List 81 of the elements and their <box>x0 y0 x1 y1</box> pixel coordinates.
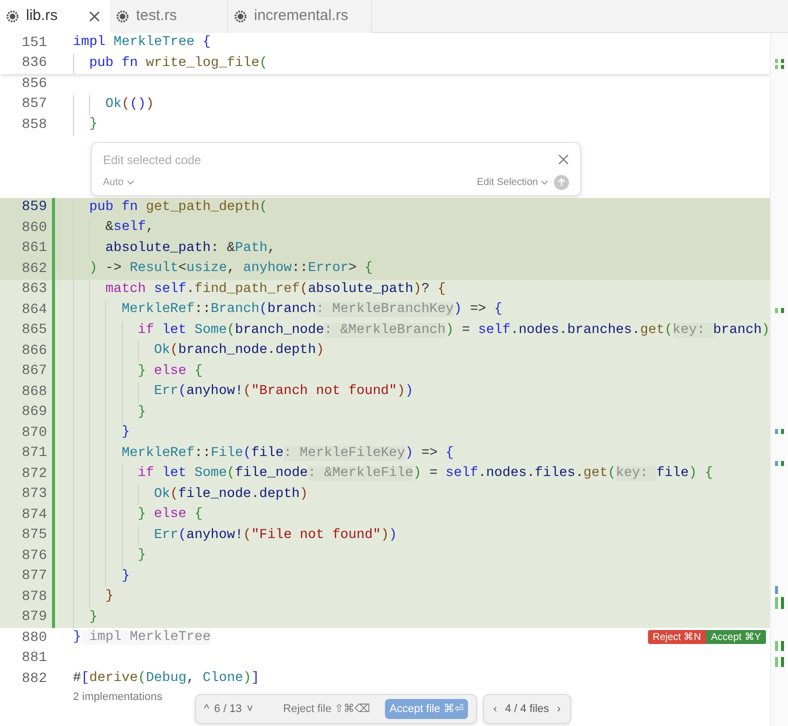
code-line: absolute_path: &Path, <box>105 240 276 258</box>
code-line: if let Some(file_node: &MerkleFile) = self.nodes.files.get(key: file) { <box>138 465 714 484</box>
code-line: } impl MerkleTree <box>73 629 211 648</box>
code-line: } <box>89 116 98 134</box>
line-number: 865 <box>20 321 47 340</box>
code-line: Err(anyhow!("Branch not found")) <box>154 383 414 402</box>
code-line: } <box>138 404 146 422</box>
code-line: pub fn get_path_depth( <box>89 198 268 217</box>
cog-icon <box>116 10 129 23</box>
line-number: 861 <box>20 239 47 258</box>
accept-file-button[interactable]: Accept file ⌘⏎ <box>384 699 468 719</box>
file-counter: 4 / 4 files <box>504 702 550 717</box>
line-number: 859 <box>20 198 47 218</box>
line-number: 875 <box>20 526 47 546</box>
code-line: #[derive(Debug, Clone)] <box>73 670 260 688</box>
mode-dropdown[interactable]: Edit Selection <box>476 174 548 190</box>
line-number: 874 <box>20 506 47 525</box>
code-line: Ok(()) <box>105 96 154 114</box>
editor-tab[interactable]: test.rs <box>110 0 228 33</box>
line-number: 871 <box>20 444 47 464</box>
line-number: 858 <box>20 116 47 135</box>
line-number: 856 <box>20 74 47 94</box>
code-line: } <box>89 608 98 627</box>
code-line: MerkleRef::File(file: MerkleFileKey) => { <box>122 444 454 463</box>
code-line: &self, <box>105 219 154 238</box>
line-number: 867 <box>20 362 47 382</box>
code-line: ) -> Result<usize, anyhow::Error> { <box>89 260 373 278</box>
line-number: 836 <box>20 54 47 74</box>
reject-file-button[interactable]: Reject file ⇧⌘⌫ <box>279 700 374 718</box>
line-number: 882 <box>20 670 47 689</box>
line-number: 151 <box>20 34 47 53</box>
arrow-up-icon <box>557 178 566 186</box>
line-number: 881 <box>20 649 47 668</box>
chevron-down-icon <box>126 180 134 184</box>
line-number: 864 <box>20 300 47 320</box>
cog-icon <box>6 10 19 23</box>
code-line: match self.find_path_ref(absolute_path)? { <box>105 280 446 299</box>
previous-file-button[interactable]: ‹ <box>493 700 497 718</box>
close-icon[interactable] <box>89 11 100 22</box>
line-number: 873 <box>20 485 47 504</box>
line-number: 879 <box>20 608 47 628</box>
line-number: 862 <box>20 260 47 279</box>
line-number: 857 <box>20 95 47 114</box>
code-line: } else { <box>138 506 203 524</box>
code-line: } else { <box>138 362 203 381</box>
line-number: 880 <box>20 628 47 648</box>
cog-icon <box>234 10 247 23</box>
code-line: pub fn write_log_file( <box>89 54 268 73</box>
code-line: } <box>122 568 130 586</box>
code-line: Err(anyhow!("File not found")) <box>154 526 398 545</box>
codelens-link[interactable]: 2 implementations <box>73 689 162 706</box>
editor-tab[interactable]: lib.rs <box>0 0 110 33</box>
code-line: impl MerkleTree { <box>73 34 211 52</box>
code-line: MerkleRef::Branch(branch: MerkleBranchKey) => { <box>122 301 502 320</box>
line-number: 877 <box>20 567 47 586</box>
line-number: 863 <box>20 280 47 300</box>
code-line: } <box>138 547 146 566</box>
code-line: if let Some(branch_node: &MerkleBranch) = self.nodes.branches.get(key: branch) <box>138 322 770 340</box>
model-dropdown[interactable]: Auto <box>103 174 134 190</box>
accept-button[interactable]: Accept ⌘Y <box>706 630 766 644</box>
editor-tab[interactable]: incremental.rs <box>228 0 372 33</box>
code-line: } <box>105 588 114 606</box>
line-number: 860 <box>20 218 47 238</box>
code-line: Ok(branch_node.depth) <box>154 342 324 360</box>
change-counter: 6 / 13 <box>214 702 242 717</box>
close-icon[interactable] <box>558 154 569 165</box>
prompt-field[interactable]: Edit selected code Auto Edit Selection <box>91 142 581 196</box>
line-number: 866 <box>20 342 47 361</box>
line-number: 868 <box>20 382 47 402</box>
line-number: 878 <box>20 588 47 607</box>
next-change-button[interactable]: ˅ <box>246 700 254 718</box>
line-number: 870 <box>20 424 47 443</box>
previous-change-button[interactable]: ^ <box>204 700 210 718</box>
code-line: } <box>122 424 130 442</box>
reject-button[interactable]: Reject ⌘N <box>648 630 706 644</box>
next-file-button[interactable]: › <box>557 700 561 718</box>
code-line: Ok(file_node.depth) <box>154 486 308 504</box>
line-number: 872 <box>20 464 47 484</box>
line-number: 876 <box>20 546 47 566</box>
chevron-down-icon <box>541 180 548 184</box>
line-number: 869 <box>20 403 47 422</box>
